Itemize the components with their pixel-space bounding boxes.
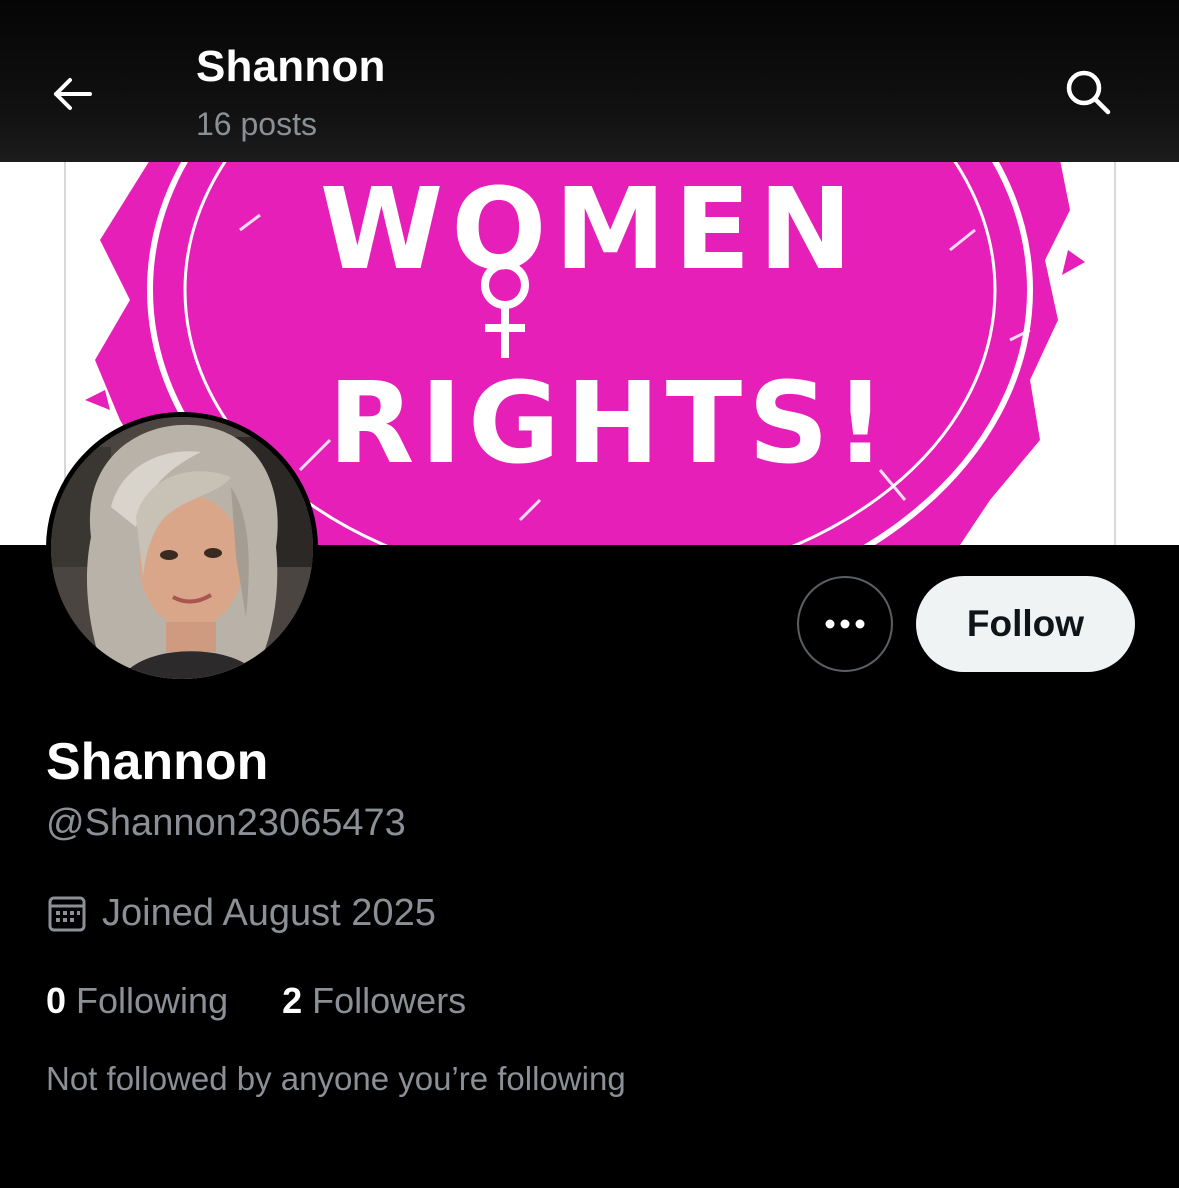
arrow-left-icon [54,78,92,110]
avatar[interactable] [46,412,318,684]
following-count: 0 [46,980,67,1021]
more-options-button[interactable] [797,576,893,672]
followers-link[interactable]: 2 Followers [282,980,466,1022]
avatar-photo [51,417,313,679]
search-icon [1066,70,1111,115]
mutual-followers-note: Not followed by anyone you’re following [46,1060,626,1097]
followers-label: Followers [312,980,467,1021]
header-title: Shannon [196,42,386,91]
display-name: Shannon [46,733,269,791]
top-bar: Shannon 16 posts [0,0,1179,162]
post-count: 16 posts [196,106,317,142]
banner-line-1: WOMEN [320,165,860,295]
profile-page: WOMEN RIGHTS! Shannon 16 posts Follow Sh… [0,0,1179,1188]
more-horizontal-icon [825,619,865,629]
follow-button[interactable]: Follow [916,576,1135,672]
following-link[interactable]: 0 Following [46,980,228,1022]
joined-text: Joined August 2025 [102,891,436,934]
follow-stats: 0 Following 2 Followers [46,980,466,1022]
calendar-icon [48,896,86,932]
back-button[interactable] [44,66,100,122]
followers-count: 2 [282,980,303,1021]
following-label: Following [76,980,229,1021]
joined-date: Joined August 2025 [46,890,436,936]
search-button[interactable] [1058,62,1118,122]
user-handle: @Shannon23065473 [46,802,406,844]
banner-line-2: RIGHTS! [328,359,892,489]
